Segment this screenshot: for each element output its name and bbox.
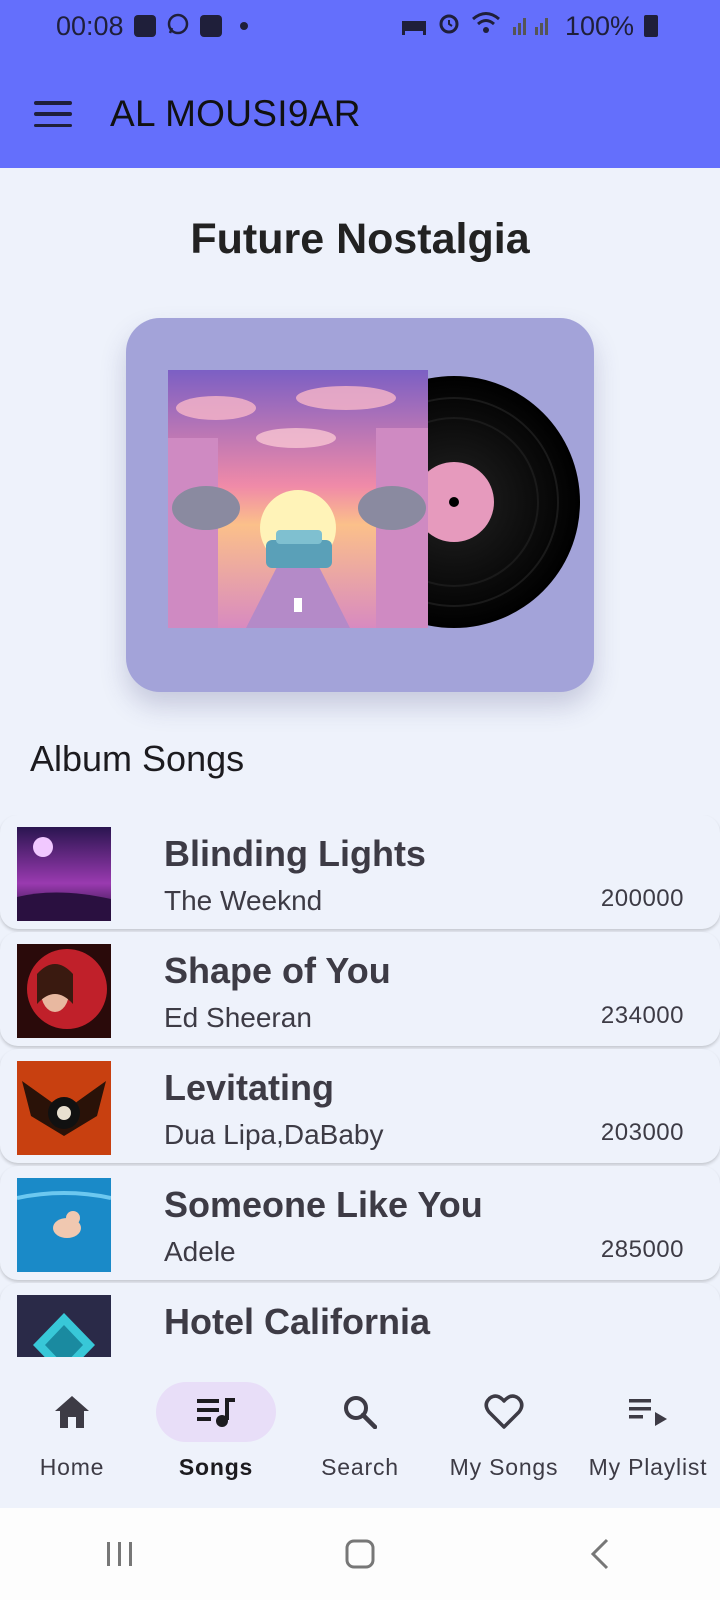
song-title: Hotel California bbox=[164, 1301, 431, 1342]
album-title: Future Nostalgia bbox=[190, 215, 530, 263]
back-chevron-icon bbox=[590, 1538, 609, 1570]
gallery-icon bbox=[133, 15, 156, 37]
song-plays: 203000 bbox=[600, 1119, 684, 1146]
nav-item-my-playlist[interactable]: My Playlist bbox=[576, 1358, 720, 1508]
song-row-shape-of-you[interactable]: Shape of You Ed Sheeran 234000 bbox=[0, 932, 720, 1046]
back-button[interactable] bbox=[560, 1524, 640, 1584]
status-bar: 00:08 100% bbox=[0, 0, 720, 52]
song-title: Levitating bbox=[164, 1067, 335, 1108]
alarm-icon bbox=[437, 11, 461, 42]
song-thumbnail bbox=[17, 827, 111, 921]
signal-icon bbox=[511, 11, 555, 42]
song-thumbnail bbox=[17, 944, 111, 1038]
battery-level: 100% bbox=[564, 10, 634, 41]
song-plays: 200000 bbox=[600, 885, 684, 912]
status-time: 00:08 bbox=[56, 10, 124, 41]
song-thumbnail bbox=[17, 1061, 111, 1155]
song-thumbnail bbox=[17, 1295, 111, 1357]
sleep-mode-icon bbox=[401, 11, 427, 42]
song-row-hotel-california[interactable]: Hotel California bbox=[0, 1283, 720, 1357]
song-row-blinding-lights[interactable]: Blinding Lights The Weeknd 200000 bbox=[0, 815, 720, 929]
nav-item-search[interactable]: Search bbox=[288, 1358, 432, 1508]
recent-apps-icon bbox=[107, 1542, 132, 1566]
album-songs-heading: Album Songs bbox=[30, 738, 245, 779]
song-thumbnail bbox=[17, 1178, 111, 1272]
menu-icon[interactable] bbox=[34, 101, 72, 127]
song-artist: The Weeknd bbox=[164, 885, 323, 916]
song-row-levitating[interactable]: Levitating Dua Lipa,DaBaby 203000 bbox=[0, 1049, 720, 1163]
home-icon bbox=[55, 1396, 89, 1428]
nav-label-songs: Songs bbox=[178, 1454, 254, 1480]
heart-icon bbox=[484, 1394, 524, 1429]
recent-apps-button[interactable] bbox=[80, 1524, 160, 1584]
nav-item-songs[interactable]: Songs bbox=[144, 1358, 288, 1508]
nav-label-my-songs: My Songs bbox=[449, 1454, 559, 1480]
album-cover[interactable] bbox=[126, 318, 594, 692]
song-plays: 234000 bbox=[600, 1002, 684, 1029]
song-artist: Ed Sheeran bbox=[164, 1002, 312, 1033]
battery-icon bbox=[644, 15, 658, 37]
bottom-navigation: Home Songs Search My Songs My Playlist bbox=[0, 1358, 720, 1508]
song-list[interactable]: Blinding Lights The Weeknd 200000 Shape … bbox=[0, 815, 720, 1357]
more-notifications-icon bbox=[239, 22, 248, 30]
song-artist: Adele bbox=[164, 1236, 236, 1267]
song-artist: Dua Lipa,DaBaby bbox=[164, 1119, 384, 1150]
song-plays: 285000 bbox=[600, 1236, 684, 1263]
top-app-bar: 00:08 100% AL MOUSI9AR bbox=[0, 0, 720, 168]
queue-music-icon bbox=[197, 1398, 235, 1427]
home-square-icon bbox=[345, 1539, 375, 1569]
checkbox-notification-icon bbox=[199, 15, 222, 37]
nav-label-my-playlist: My Playlist bbox=[588, 1454, 708, 1480]
whatsapp-icon bbox=[166, 12, 190, 40]
nav-item-my-songs[interactable]: My Songs bbox=[432, 1358, 576, 1508]
song-row-someone-like-you[interactable]: Someone Like You Adele 285000 bbox=[0, 1166, 720, 1280]
nav-item-home[interactable]: Home bbox=[0, 1358, 144, 1508]
song-title: Blinding Lights bbox=[164, 833, 426, 874]
song-title: Shape of You bbox=[164, 950, 391, 991]
system-navigation-bar bbox=[0, 1508, 720, 1600]
search-icon bbox=[344, 1396, 377, 1429]
playlist-play-icon bbox=[629, 1399, 667, 1426]
song-title: Someone Like You bbox=[164, 1184, 483, 1225]
home-button[interactable] bbox=[320, 1524, 400, 1584]
nav-label-home: Home bbox=[39, 1454, 105, 1480]
nav-label-search: Search bbox=[321, 1454, 399, 1480]
app-title: AL MOUSI9AR bbox=[110, 93, 361, 134]
wifi-icon bbox=[471, 11, 501, 42]
